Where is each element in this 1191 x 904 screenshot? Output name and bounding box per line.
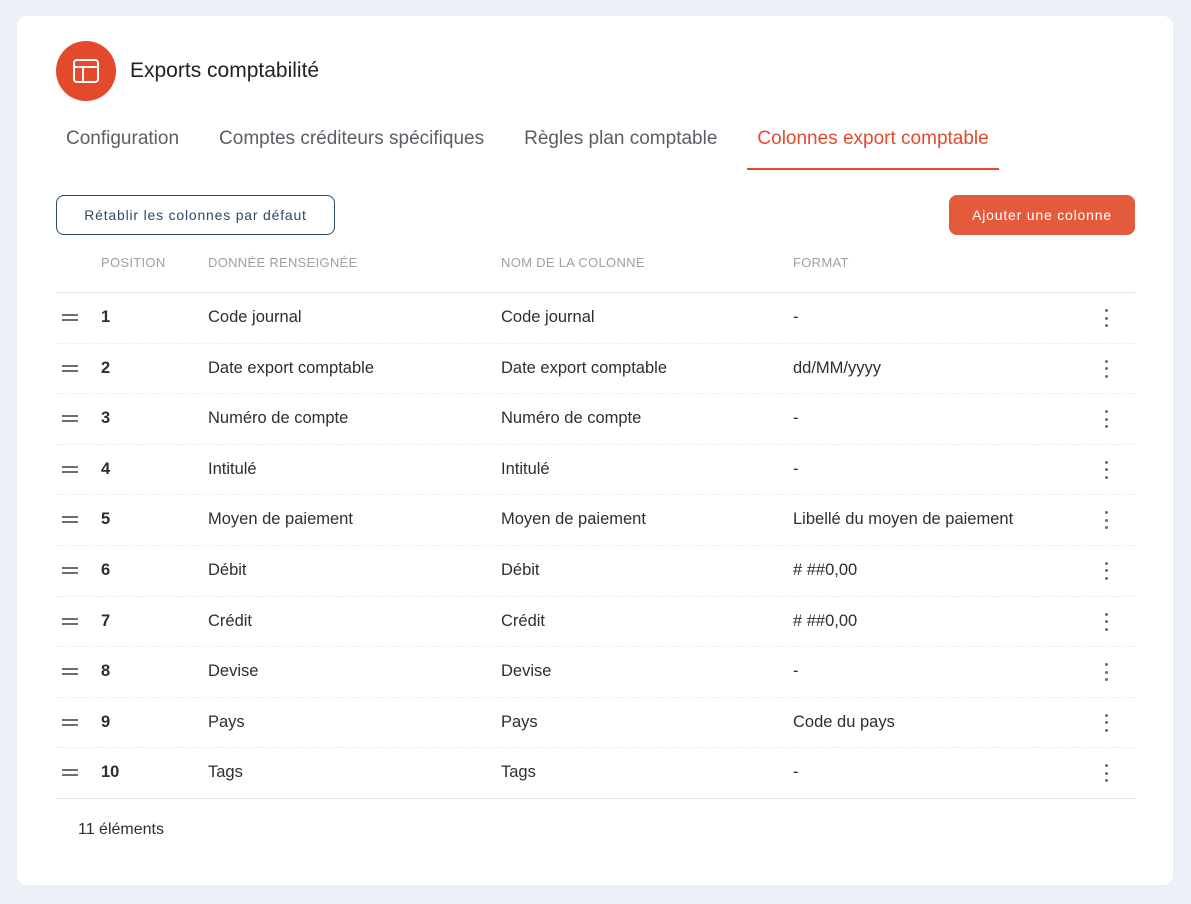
table-row: 2 Date export comptable Date export compta… xyxy=(56,344,1135,395)
cell-position: 4 xyxy=(101,459,111,478)
table-row: 8 Devise Devise - xyxy=(56,647,1135,698)
table-header: POSITION DONNÉE RENSEIGNÉE NOM DE LA COL… xyxy=(56,248,1135,293)
drag-handle-icon[interactable] xyxy=(62,364,78,372)
cell-position: 3 xyxy=(101,409,111,428)
drag-handle-icon[interactable] xyxy=(62,769,78,777)
table-row: 10 Tags Tags - xyxy=(56,748,1135,799)
more-options-icon[interactable] xyxy=(1100,764,1112,783)
item-count: 11 éléments xyxy=(78,821,164,838)
cell-format: - xyxy=(793,459,799,478)
drag-handle-icon[interactable] xyxy=(62,566,78,574)
table-row: 5 Moyen de paiement Moyen de paiement Libel… xyxy=(56,495,1135,546)
table-body: 1 Code journal Code journal - 2 Date export c… xyxy=(56,293,1135,799)
cell-donnee: Devise xyxy=(208,662,259,681)
more-options-icon[interactable] xyxy=(1100,663,1112,682)
cell-nom: Code journal xyxy=(501,308,595,326)
drag-handle-icon[interactable] xyxy=(62,415,78,423)
columns-table: POSITION DONNÉE RENSEIGNÉE NOM DE LA COL… xyxy=(56,248,1135,799)
cell-format: # ##0,00 xyxy=(793,611,858,630)
cell-nom: Numéro de compte xyxy=(501,409,642,428)
header-format: FORMAT xyxy=(793,255,849,270)
cell-donnee: Débit xyxy=(208,560,247,579)
cell-format: # ##0,00 xyxy=(793,560,858,579)
more-options-icon[interactable] xyxy=(1100,713,1112,732)
cell-format: - xyxy=(793,662,799,681)
more-options-icon[interactable] xyxy=(1100,612,1112,631)
layout-icon xyxy=(56,41,116,101)
cell-format: - xyxy=(793,763,799,782)
drag-handle-icon[interactable] xyxy=(62,465,78,473)
cell-format: dd/MM/yyyy xyxy=(793,358,882,377)
cell-donnee: Code journal xyxy=(208,308,302,326)
main-card: Exports comptabilité Configuration Compt… xyxy=(17,16,1173,885)
cell-nom: Tags xyxy=(501,763,536,782)
cell-donnee: Intitulé xyxy=(208,459,257,478)
table-row: 7 Crédit Crédit # ##0,00 xyxy=(56,597,1135,648)
cell-nom: Crédit xyxy=(501,611,546,630)
drag-handle-icon[interactable] xyxy=(62,668,78,676)
cell-position: 10 xyxy=(101,763,120,782)
cell-donnee: Date export comptable xyxy=(208,358,375,377)
reset-columns-button[interactable]: Rétablir les colonnes par défaut xyxy=(56,195,335,235)
more-options-icon[interactable] xyxy=(1100,511,1112,530)
cell-position: 1 xyxy=(101,308,111,326)
cell-format: Code du pays xyxy=(793,712,895,731)
cell-nom: Intitulé xyxy=(501,459,550,478)
cell-position: 8 xyxy=(101,662,111,681)
header-position: POSITION xyxy=(101,255,166,270)
page-header: Exports comptabilité xyxy=(56,41,319,101)
table-row: 6 Débit Débit # ##0,00 xyxy=(56,546,1135,597)
cell-format: Libellé du moyen de paiement xyxy=(793,510,1014,529)
cell-nom: Date export comptable xyxy=(501,358,668,377)
tab-configuration[interactable]: Configuration xyxy=(66,124,179,170)
tab-colonnes-export[interactable]: Colonnes export comptable xyxy=(747,124,1000,170)
more-options-icon[interactable] xyxy=(1100,561,1112,580)
table-row: 1 Code journal Code journal - xyxy=(56,293,1135,344)
tab-bar: Configuration Comptes créditeurs spécifi… xyxy=(66,124,1029,170)
more-options-icon[interactable] xyxy=(1100,359,1112,378)
header-nom: NOM DE LA COLONNE xyxy=(501,255,645,270)
drag-handle-icon[interactable] xyxy=(62,314,78,321)
drag-handle-icon[interactable] xyxy=(62,718,78,726)
cell-donnee: Moyen de paiement xyxy=(208,510,353,529)
cell-donnee: Tags xyxy=(208,763,243,782)
cell-donnee: Pays xyxy=(208,712,245,731)
cell-format: - xyxy=(793,409,799,428)
page-title: Exports comptabilité xyxy=(130,59,320,82)
header-donnee: DONNÉE RENSEIGNÉE xyxy=(208,255,358,270)
cell-donnee: Crédit xyxy=(208,611,253,630)
cell-nom: Pays xyxy=(501,712,538,731)
more-options-icon[interactable] xyxy=(1100,410,1112,429)
table-row: 4 Intitulé Intitulé - xyxy=(56,445,1135,496)
cell-position: 7 xyxy=(101,611,111,630)
cell-position: 5 xyxy=(101,510,111,529)
tab-comptes-crediteurs[interactable]: Comptes créditeurs spécifiques xyxy=(219,124,484,170)
more-options-icon[interactable] xyxy=(1100,309,1112,327)
cell-donnee: Numéro de compte xyxy=(208,409,349,428)
cell-nom: Devise xyxy=(501,662,552,681)
more-options-icon[interactable] xyxy=(1100,460,1112,479)
tab-regles-plan-comptable[interactable]: Règles plan comptable xyxy=(524,124,717,170)
drag-handle-icon[interactable] xyxy=(62,516,78,524)
cell-nom: Débit xyxy=(501,560,540,579)
cell-position: 6 xyxy=(101,560,111,579)
cell-nom: Moyen de paiement xyxy=(501,510,646,529)
drag-handle-icon[interactable] xyxy=(62,617,78,625)
cell-position: 9 xyxy=(101,712,111,731)
table-row: 9 Pays Pays Code du pays xyxy=(56,698,1135,749)
cell-position: 2 xyxy=(101,358,111,377)
table-row: 3 Numéro de compte Numéro de compte - xyxy=(56,394,1135,445)
cell-format: - xyxy=(793,308,799,326)
add-column-button[interactable]: Ajouter une colonne xyxy=(949,195,1135,235)
